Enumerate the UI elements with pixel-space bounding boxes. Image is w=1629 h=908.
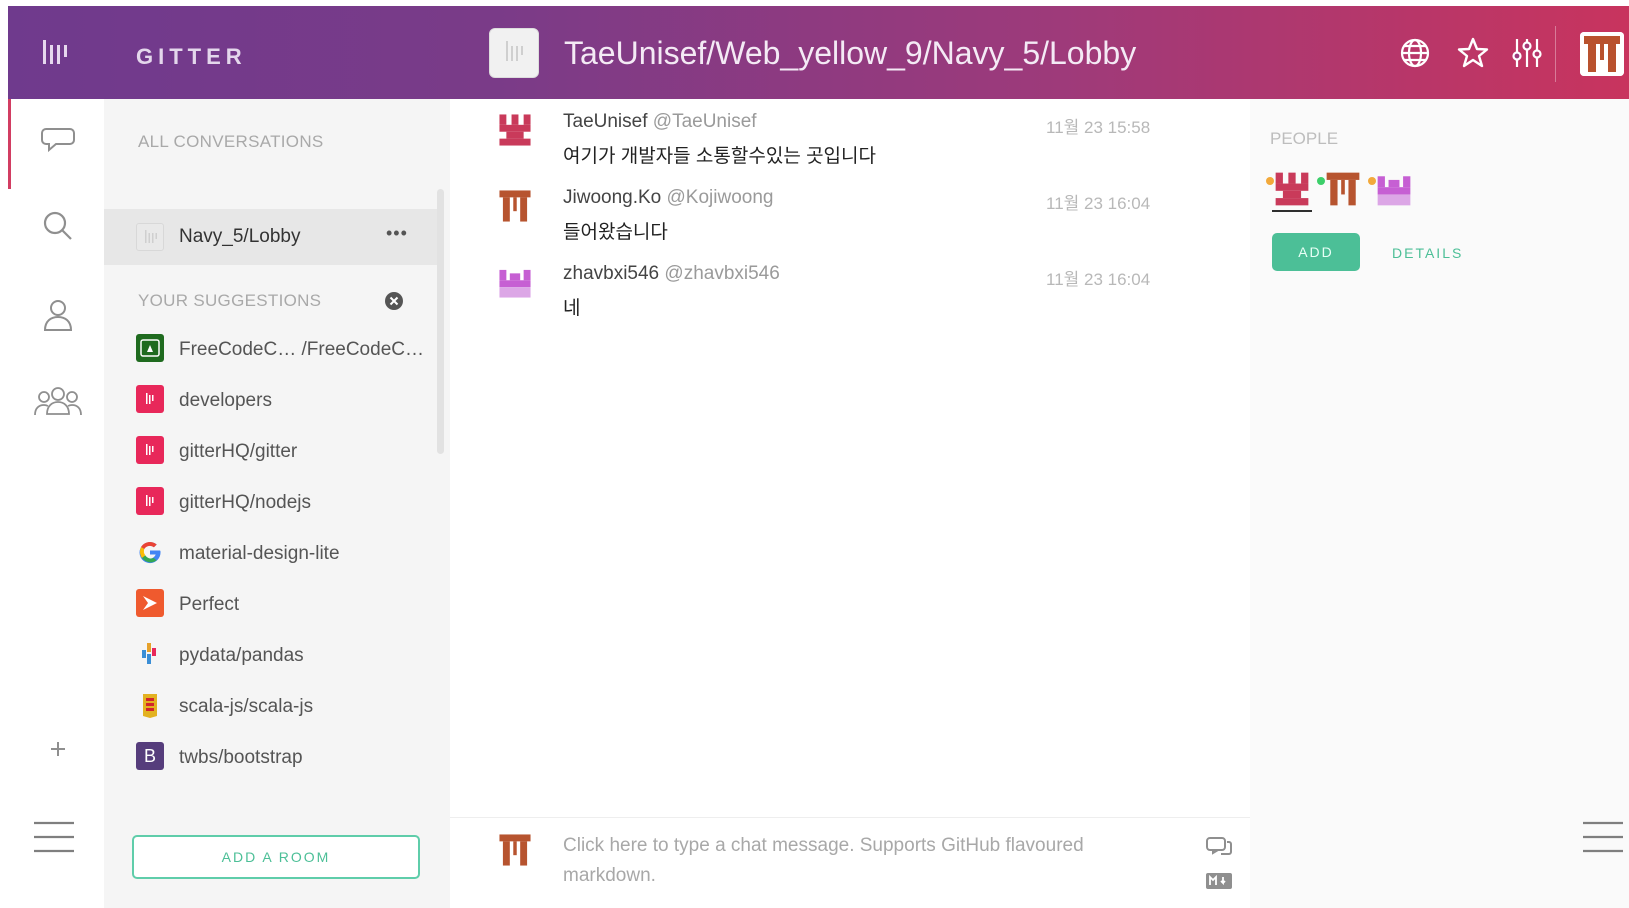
composer-divider (450, 817, 1250, 818)
identicon-icon[interactable] (496, 187, 534, 225)
chat-mode-icon[interactable] (1205, 835, 1233, 859)
author-username[interactable]: @zhavbxi546 (664, 263, 779, 284)
identicon-icon (1580, 32, 1624, 76)
gitter-icon (136, 436, 164, 464)
message-text: 여기가 개발자들 소통할수있는 곳입니다 (563, 146, 876, 167)
room-avatar (489, 28, 539, 78)
suggestion-item[interactable]: material-design-lite (104, 531, 441, 575)
active-room-name: Navy_5/Lobby (179, 226, 301, 247)
identicon-icon[interactable] (496, 263, 534, 301)
message-author[interactable]: zhavbxi546 @zhavbxi546 (563, 263, 780, 285)
gitter-icon (136, 385, 164, 413)
google-icon (136, 538, 164, 566)
person-icon[interactable] (38, 295, 78, 335)
room-title: TaeUnisef/Web_yellow_9/Navy_5/Lobby (564, 35, 1137, 71)
header-divider (1555, 26, 1556, 82)
globe-icon[interactable] (1398, 36, 1432, 70)
author-name[interactable]: Jiwoong.Ko (563, 187, 661, 208)
chat-bubble-icon[interactable] (38, 119, 78, 159)
suggestion-name: pydata/pandas (179, 645, 304, 666)
suggestion-name: developers (179, 390, 272, 411)
gitter-logo-icon[interactable] (40, 38, 70, 68)
perfect-icon (136, 589, 164, 617)
room-avatar-small (136, 223, 164, 251)
group-icon[interactable] (32, 382, 84, 422)
identicon-icon[interactable] (496, 111, 534, 149)
chat-message: Jiwoong.Ko @Kojiwoong 11월 23 16:04 들어왔습니… (450, 175, 1170, 251)
message-time[interactable]: 11월 23 16:04 (1046, 265, 1150, 290)
member-avatar-icon[interactable] (1272, 169, 1312, 209)
suggestion-name: FreeCodeC… /FreeCodeC… (179, 339, 424, 360)
suggestion-name: gitterHQ/nodejs (179, 492, 312, 513)
author-name[interactable]: zhavbxi546 (563, 263, 659, 284)
add-room-button[interactable]: ADD A ROOM (132, 835, 420, 879)
message-author[interactable]: TaeUnisef @TaeUnisef (563, 111, 757, 133)
author-username[interactable]: @TaeUnisef (653, 111, 757, 132)
conversations-sidebar: ALL CONVERSATIONS Navy_5/Lobby ••• YOUR … (104, 99, 450, 908)
chat-message: zhavbxi546 @zhavbxi546 11월 23 16:04 네 (450, 251, 1170, 327)
people-panel: PEOPLE ADD DETAILS (1250, 99, 1629, 908)
gitter-room-icon (145, 230, 157, 243)
chat-panel: TaeUnisef @TaeUnisef 11월 23 15:58 여기가 개발… (450, 99, 1250, 908)
chat-input[interactable]: Click here to type a chat message. Suppo… (563, 831, 1123, 891)
bootstrap-icon: B (136, 742, 164, 770)
identicon-icon (499, 834, 531, 866)
star-icon[interactable] (1456, 36, 1490, 70)
search-icon[interactable] (38, 206, 78, 246)
sidebar-scrollbar[interactable] (437, 189, 444, 454)
menu-icon[interactable] (1583, 819, 1623, 855)
pandas-icon (136, 640, 164, 668)
gitter-room-icon (506, 41, 523, 61)
people-heading: PEOPLE (1270, 129, 1339, 148)
member-avatar-icon[interactable] (1374, 169, 1414, 209)
gitter-icon (136, 487, 164, 515)
suggestion-item[interactable]: developers (104, 378, 441, 422)
member-avatar-icon[interactable] (1323, 169, 1363, 209)
top-header: GITTER TaeUnisef/Web_yellow_9/Navy_5/Lob… (8, 6, 1629, 99)
suggestion-name: material-design-lite (179, 543, 340, 564)
details-button[interactable]: DETAILS (1392, 235, 1463, 271)
suggestion-item[interactable]: pydata/pandas (104, 633, 441, 677)
suggestion-item[interactable]: Perfect (104, 582, 441, 626)
rail-active-indicator (8, 99, 11, 189)
suggestion-item[interactable]: gitterHQ/nodejs (104, 480, 441, 524)
active-room-item[interactable]: Navy_5/Lobby ••• (104, 209, 441, 265)
brand-name: GITTER (136, 44, 247, 69)
suggestion-item[interactable]: scala-js/scala-js (104, 684, 441, 728)
freecodecamp-icon (136, 334, 164, 362)
author-username[interactable]: @Kojiwoong (667, 187, 774, 208)
suggestion-name: Perfect (179, 594, 240, 615)
message-author[interactable]: Jiwoong.Ko @Kojiwoong (563, 187, 773, 209)
menu-icon[interactable] (34, 819, 74, 855)
author-name[interactable]: TaeUnisef (563, 111, 648, 132)
suggestion-name: twbs/bootstrap (179, 747, 303, 768)
message-text: 네 (563, 298, 581, 319)
markdown-icon[interactable] (1205, 871, 1233, 891)
current-user-underline (1272, 210, 1312, 212)
scala-icon (136, 691, 164, 719)
left-rail (8, 99, 104, 908)
all-conversations-heading: ALL CONVERSATIONS (138, 132, 324, 151)
suggestion-name: gitterHQ/gitter (179, 441, 298, 462)
suggestion-name: scala-js/scala-js (179, 696, 314, 717)
close-suggestions-icon[interactable] (384, 291, 404, 311)
suggestion-item[interactable]: FreeCodeC… /FreeCodeC… (104, 327, 441, 371)
more-options-button[interactable]: ••• (386, 223, 408, 244)
suggestion-item[interactable]: B twbs/bootstrap (104, 735, 441, 779)
settings-sliders-icon[interactable] (1510, 36, 1544, 70)
gitter-app: GITTER TaeUnisef/Web_yellow_9/Navy_5/Lob… (0, 0, 1629, 908)
message-time[interactable]: 11월 23 16:04 (1046, 189, 1150, 214)
message-text: 들어왔습니다 (563, 222, 668, 243)
suggestions-heading: YOUR SUGGESTIONS (138, 291, 322, 310)
chat-message: TaeUnisef @TaeUnisef 11월 23 15:58 여기가 개발… (450, 99, 1170, 175)
user-avatar[interactable] (1580, 32, 1624, 76)
plus-icon[interactable] (38, 729, 78, 769)
suggestion-item[interactable]: gitterHQ/gitter (104, 429, 441, 473)
add-people-button[interactable]: ADD (1272, 233, 1360, 271)
message-time[interactable]: 11월 23 15:58 (1046, 113, 1150, 138)
